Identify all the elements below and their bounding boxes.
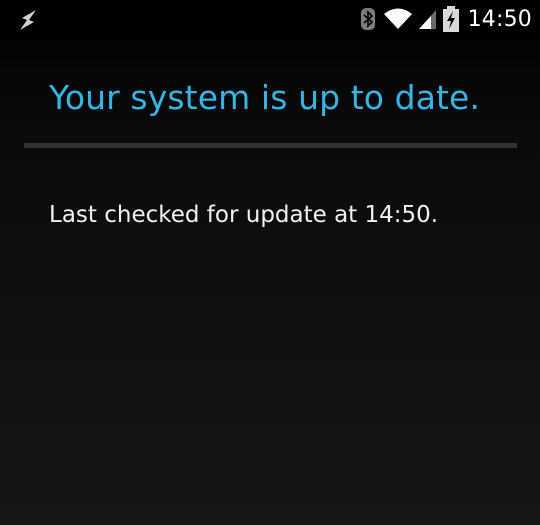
update-status-title: Your system is up to date.: [49, 78, 481, 117]
battery-charging-icon: [442, 6, 459, 32]
status-bar: 14:50: [0, 0, 540, 38]
last-checked-message: Last checked for update at 14:50.: [49, 202, 439, 228]
status-clock: 14:50: [467, 6, 532, 32]
bluetooth-icon: [359, 7, 377, 31]
usb-debug-icon: [14, 8, 42, 32]
status-icons: 14:50: [353, 0, 532, 38]
cell-signal-icon: [418, 7, 437, 31]
wifi-icon: [383, 7, 413, 31]
title-divider: [24, 143, 517, 148]
